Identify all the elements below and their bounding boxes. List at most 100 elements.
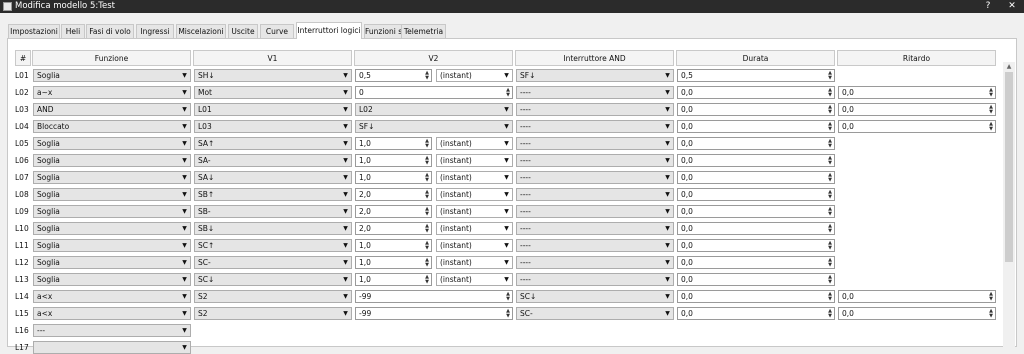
spin-arrows-icon[interactable]: ▲ ▼ [424,71,430,81]
funzione-dropdown[interactable]: Soglia ▼ [33,256,191,269]
tab-interruttori-logici[interactable]: Interruttori logici [296,22,362,39]
v2-spinbox[interactable]: 2,0 ▲ ▼ [355,188,432,201]
funzione-dropdown[interactable]: a<x ▼ [33,290,191,303]
and-switch-dropdown[interactable]: ---- ▼ [516,273,674,286]
spin-arrows-icon[interactable]: ▲ ▼ [827,105,833,115]
tab-curve[interactable]: Curve [260,24,294,38]
spin-arrows-icon[interactable]: ▲ ▼ [424,224,430,234]
funzione-dropdown[interactable]: --- ▼ [33,324,191,337]
and-switch-dropdown[interactable]: SC↓ ▼ [516,290,674,303]
v2-mode-dropdown[interactable]: (instant) ▼ [436,137,513,150]
spin-arrows-icon[interactable]: ▲ ▼ [827,71,833,81]
v2-mode-dropdown[interactable]: (instant) ▼ [436,171,513,184]
and-switch-dropdown[interactable]: SC- ▼ [516,307,674,320]
spin-arrows-icon[interactable]: ▲ ▼ [424,207,430,217]
v2-dropdown[interactable]: L02 ▼ [355,103,513,116]
and-switch-dropdown[interactable]: ---- ▼ [516,120,674,133]
durata-spinbox[interactable]: 0,0 ▲ ▼ [677,103,835,116]
spin-arrows-icon[interactable]: ▲ ▼ [988,88,994,98]
spin-arrows-icon[interactable]: ▲ ▼ [988,122,994,132]
spin-arrows-icon[interactable]: ▲ ▼ [827,241,833,251]
v2-mode-dropdown[interactable]: (instant) ▼ [436,188,513,201]
ritardo-spinbox[interactable]: 0,0 ▲ ▼ [838,86,996,99]
tab-fasi-di-volo[interactable]: Fasi di volo [86,24,134,38]
durata-spinbox[interactable]: 0,0 ▲ ▼ [677,120,835,133]
durata-spinbox[interactable]: 0,0 ▲ ▼ [677,86,835,99]
funzione-dropdown[interactable]: Soglia ▼ [33,205,191,218]
and-switch-dropdown[interactable]: ---- ▼ [516,137,674,150]
v1-dropdown[interactable]: S2 ▼ [194,307,352,320]
v1-dropdown[interactable]: SA↓ ▼ [194,171,352,184]
spin-arrows-icon[interactable]: ▲ ▼ [424,275,430,285]
v2-spinbox[interactable]: 1,0 ▲ ▼ [355,154,432,167]
funzione-dropdown[interactable]: ▼ [33,341,191,354]
v2-spinbox[interactable]: -99 ▲ ▼ [355,290,513,303]
v2-spinbox[interactable]: -99 ▲ ▼ [355,307,513,320]
v1-dropdown[interactable]: SB↓ ▼ [194,222,352,235]
spin-arrows-icon[interactable]: ▲ ▼ [827,258,833,268]
tab-telemetria[interactable]: Telemetria [401,24,446,38]
and-switch-dropdown[interactable]: ---- ▼ [516,188,674,201]
durata-spinbox[interactable]: 0,0 ▲ ▼ [677,188,835,201]
v1-dropdown[interactable]: SC↑ ▼ [194,239,352,252]
spin-arrows-icon[interactable]: ▲ ▼ [827,190,833,200]
and-switch-dropdown[interactable]: ---- ▼ [516,205,674,218]
spin-arrows-icon[interactable]: ▲ ▼ [424,173,430,183]
vertical-scrollbar[interactable]: ▲ [1003,62,1015,347]
v2-spinbox[interactable]: 2,0 ▲ ▼ [355,205,432,218]
v2-mode-dropdown[interactable]: (instant) ▼ [436,222,513,235]
v2-mode-dropdown[interactable]: (instant) ▼ [436,205,513,218]
spin-arrows-icon[interactable]: ▲ ▼ [827,309,833,319]
v1-dropdown[interactable]: SB↑ ▼ [194,188,352,201]
funzione-dropdown[interactable]: Soglia ▼ [33,273,191,286]
v1-dropdown[interactable]: SC↓ ▼ [194,273,352,286]
spin-arrows-icon[interactable]: ▲ ▼ [827,207,833,217]
v2-mode-dropdown[interactable]: (instant) ▼ [436,239,513,252]
v1-dropdown[interactable]: SA↑ ▼ [194,137,352,150]
durata-spinbox[interactable]: 0,5 ▲ ▼ [677,69,835,82]
and-switch-dropdown[interactable]: ---- ▼ [516,154,674,167]
funzione-dropdown[interactable]: Soglia ▼ [33,154,191,167]
v2-spinbox[interactable]: 0,5 ▲ ▼ [355,69,432,82]
and-switch-dropdown[interactable]: ---- ▼ [516,86,674,99]
spin-arrows-icon[interactable]: ▲ ▼ [827,173,833,183]
and-switch-dropdown[interactable]: ---- ▼ [516,222,674,235]
tab-uscite[interactable]: Uscite [228,24,258,38]
spin-arrows-icon[interactable]: ▲ ▼ [505,292,511,302]
ritardo-spinbox[interactable]: 0,0 ▲ ▼ [838,103,996,116]
spin-arrows-icon[interactable]: ▲ ▼ [827,122,833,132]
v1-dropdown[interactable]: SA- ▼ [194,154,352,167]
v2-dropdown[interactable]: SF↓ ▼ [355,120,513,133]
funzione-dropdown[interactable]: a<x ▼ [33,307,191,320]
durata-spinbox[interactable]: 0,0 ▲ ▼ [677,307,835,320]
v2-spinbox[interactable]: 1,0 ▲ ▼ [355,137,432,150]
funzione-dropdown[interactable]: Soglia ▼ [33,69,191,82]
v1-dropdown[interactable]: S2 ▼ [194,290,352,303]
v2-mode-dropdown[interactable]: (instant) ▼ [436,154,513,167]
durata-spinbox[interactable]: 0,0 ▲ ▼ [677,239,835,252]
and-switch-dropdown[interactable]: ---- ▼ [516,171,674,184]
spin-arrows-icon[interactable]: ▲ ▼ [988,292,994,302]
funzione-dropdown[interactable]: Bloccato ▼ [33,120,191,133]
funzione-dropdown[interactable]: Soglia ▼ [33,239,191,252]
v2-spinbox[interactable]: 1,0 ▲ ▼ [355,256,432,269]
durata-spinbox[interactable]: 0,0 ▲ ▼ [677,273,835,286]
v2-spinbox[interactable]: 1,0 ▲ ▼ [355,239,432,252]
spin-arrows-icon[interactable]: ▲ ▼ [424,241,430,251]
durata-spinbox[interactable]: 0,0 ▲ ▼ [677,290,835,303]
durata-spinbox[interactable]: 0,0 ▲ ▼ [677,154,835,167]
v2-spinbox[interactable]: 0 ▲ ▼ [355,86,513,99]
tab-heli[interactable]: Heli [61,24,85,38]
ritardo-spinbox[interactable]: 0,0 ▲ ▼ [838,307,996,320]
v2-mode-dropdown[interactable]: (instant) ▼ [436,69,513,82]
spin-arrows-icon[interactable]: ▲ ▼ [827,139,833,149]
tab-ingressi[interactable]: Ingressi [136,24,174,38]
v2-mode-dropdown[interactable]: (instant) ▼ [436,273,513,286]
durata-spinbox[interactable]: 0,0 ▲ ▼ [677,205,835,218]
and-switch-dropdown[interactable]: ---- ▼ [516,239,674,252]
durata-spinbox[interactable]: 0,0 ▲ ▼ [677,256,835,269]
durata-spinbox[interactable]: 0,0 ▲ ▼ [677,222,835,235]
v2-spinbox[interactable]: 2,0 ▲ ▼ [355,222,432,235]
spin-arrows-icon[interactable]: ▲ ▼ [424,190,430,200]
funzione-dropdown[interactable]: Soglia ▼ [33,188,191,201]
